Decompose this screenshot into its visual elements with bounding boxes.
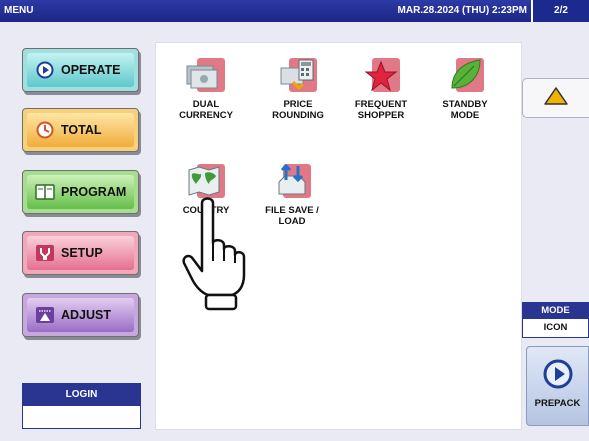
program-label: PROGRAM: [61, 185, 127, 199]
leaf-icon: [444, 56, 486, 94]
dual-currency-label-1: DUAL: [192, 99, 220, 110]
frequent-shopper-button[interactable]: FREQUENT SHOPPER: [339, 56, 423, 121]
prepack-button[interactable]: PREPACK: [526, 346, 589, 426]
currency-icon: [185, 56, 227, 94]
file-save-load-button[interactable]: FILE SAVE / LOAD: [250, 162, 334, 227]
dual-currency-button[interactable]: DUAL CURRENCY: [164, 56, 248, 121]
program-button[interactable]: PROGRAM: [22, 170, 139, 214]
window-title: MENU: [4, 5, 34, 16]
title-bar: MENU MAR.28.2024 (THU) 2:23PM 2/2: [0, 0, 589, 22]
scroll-up-button[interactable]: [522, 78, 589, 118]
standby-mode-label-2: MODE: [450, 110, 480, 121]
setup-label: SETUP: [61, 246, 103, 260]
file-save-load-label-1: FILE SAVE /: [265, 205, 319, 216]
standby-mode-button[interactable]: STANDBY MODE: [423, 56, 507, 121]
file-save-load-label-2: LOAD: [278, 216, 306, 227]
total-button[interactable]: TOTAL: [22, 108, 139, 152]
mode-indicator[interactable]: MODE ICON: [522, 302, 589, 338]
clock-icon: [35, 121, 55, 139]
price-rounding-button[interactable]: PRICE ROUNDING: [256, 56, 340, 121]
price-rounding-label-2: ROUNDING: [272, 110, 324, 121]
play-icon: [35, 61, 55, 79]
mode-label: MODE: [523, 303, 588, 319]
calculator-icon: [277, 56, 319, 94]
dual-currency-label-2: CURRENCY: [179, 110, 233, 121]
pointing-hand-icon: [180, 195, 250, 318]
adjust-button[interactable]: ADJUST: [22, 293, 139, 337]
wrench-icon: [35, 244, 55, 262]
operate-button[interactable]: OPERATE: [22, 48, 139, 92]
login-label: LOGIN: [23, 384, 140, 406]
triangle-up-icon: [543, 86, 569, 111]
date-time: MAR.28.2024 (THU) 2:23PM: [397, 5, 527, 16]
play-icon: [527, 359, 588, 394]
frequent-shopper-label-2: SHOPPER: [357, 110, 405, 121]
adjust-label: ADJUST: [61, 308, 112, 322]
page-indicator: 2/2: [531, 0, 589, 22]
standby-mode-label-1: STANDBY: [442, 99, 488, 110]
prepack-label: PREPACK: [534, 398, 581, 409]
file-transfer-icon: [271, 162, 313, 200]
price-rounding-label-1: PRICE: [283, 99, 313, 110]
setup-button[interactable]: SETUP: [22, 231, 139, 275]
book-icon: [35, 183, 55, 201]
login-box[interactable]: LOGIN: [22, 383, 141, 429]
frequent-shopper-label-1: FREQUENT: [354, 99, 408, 110]
star-icon: [360, 56, 402, 94]
mode-value: ICON: [543, 322, 568, 333]
operate-label: OPERATE: [61, 63, 121, 77]
scale-icon: [35, 306, 55, 324]
total-label: TOTAL: [61, 123, 102, 137]
